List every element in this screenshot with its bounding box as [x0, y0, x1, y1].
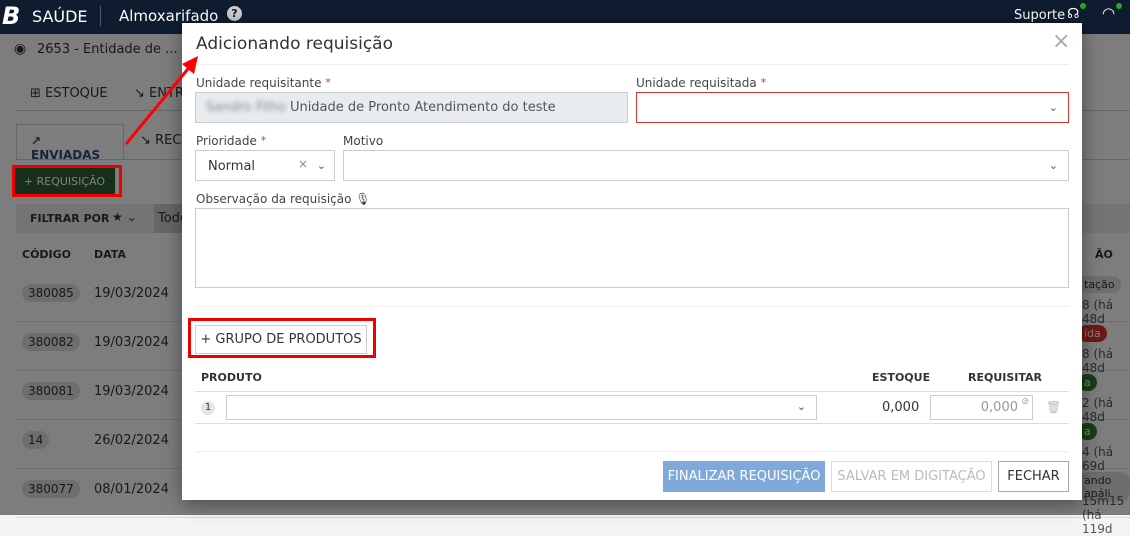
logo: B: [2, 2, 21, 30]
fechar-button[interactable]: FECHAR: [998, 461, 1069, 492]
col-estoque: ESTOQUE: [872, 371, 931, 384]
chevron-down-icon: ⌄: [1048, 159, 1058, 172]
col-produto: PRODUTO: [201, 371, 262, 384]
motivo-select[interactable]: ⌄: [343, 150, 1069, 181]
unidade-requisitante-field: Sandro Filho Unidade de Pronto Atendimen…: [195, 92, 628, 123]
chevron-down-icon: ⌄: [796, 400, 806, 413]
app-name: SAÚDE: [32, 7, 88, 26]
observacao-textarea[interactable]: [195, 208, 1069, 288]
finalizar-button[interactable]: FINALIZAR REQUISIÇÃO: [663, 461, 825, 492]
microphone-icon[interactable]: 🎙: [355, 192, 370, 206]
unidade-requisitada-label: Unidade requisitada *: [636, 76, 767, 90]
grupo-produtos-button[interactable]: + GRUPO DE PRODUTOS: [195, 325, 367, 354]
trash-icon[interactable]: 🗑: [1046, 400, 1061, 414]
clear-icon[interactable]: ×: [298, 157, 308, 171]
close-icon[interactable]: ×: [1052, 29, 1070, 54]
requisitar-input[interactable]: 0,000 ⊘: [930, 395, 1033, 420]
unidade-requisitada-select[interactable]: ⌄: [636, 92, 1069, 123]
chevron-down-icon: ⌄: [1048, 101, 1058, 114]
headset-icon[interactable]: ☊: [1067, 6, 1079, 22]
annotation-arrow: [124, 56, 198, 145]
annotation-highlight: [12, 165, 122, 197]
help-icon[interactable]: ?: [227, 6, 242, 21]
row-index: 1: [201, 401, 215, 415]
wifi-icon: ◠: [1102, 4, 1116, 22]
produto-select[interactable]: ⌄: [226, 395, 817, 420]
modal-title: Adicionando requisição: [196, 34, 393, 54]
col-requisitar: REQUISITAR: [968, 371, 1043, 384]
estoque-value: 0,000: [882, 400, 920, 415]
add-requisicao-modal: Adicionando requisição × Unidade requisi…: [182, 23, 1082, 500]
support-link[interactable]: Suporte: [1014, 8, 1065, 23]
observacao-label: Observação da requisição 🎙: [196, 192, 371, 206]
salvar-digitacao-button[interactable]: SALVAR EM DIGITAÇÃO: [831, 461, 992, 492]
chevron-down-icon: ⌄: [316, 159, 326, 172]
motivo-label: Motivo: [343, 134, 384, 148]
unidade-requisitante-label: Unidade requisitante *: [196, 76, 331, 90]
prioridade-select[interactable]: Normal × ⌄: [195, 150, 335, 181]
